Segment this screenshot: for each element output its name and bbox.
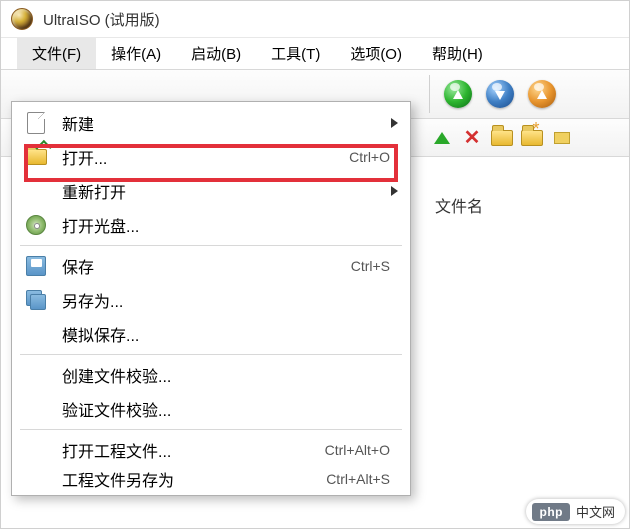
- menu-item-label: 创建文件校验...: [62, 363, 398, 387]
- menu-item-project-save-as[interactable]: 工程文件另存为 Ctrl+Alt+S: [12, 467, 410, 491]
- file-panel-header[interactable]: 文件名: [431, 189, 619, 221]
- save-icon: [24, 254, 48, 278]
- menu-item-shortcut: Ctrl+Alt+S: [326, 471, 390, 487]
- menu-item-label: 另存为...: [62, 288, 398, 312]
- menu-item-label: 验证文件校验...: [62, 397, 398, 421]
- menu-item-shortcut: Ctrl+Alt+O: [325, 442, 390, 458]
- menu-item-save-as[interactable]: 另存为...: [12, 283, 410, 317]
- app-icon: [11, 8, 33, 30]
- submenu-arrow-icon: [391, 118, 398, 128]
- watermark-text: 中文网: [576, 502, 615, 521]
- menu-item-label: 工程文件另存为: [62, 467, 326, 491]
- menu-tools[interactable]: 工具(T): [256, 38, 335, 69]
- menu-item-open-project[interactable]: 打开工程文件... Ctrl+Alt+O: [12, 433, 410, 467]
- menu-item-label: 保存: [62, 254, 351, 278]
- disc-icon: [24, 213, 48, 237]
- menu-action[interactable]: 操作(A): [96, 38, 176, 69]
- menu-item-label: 重新打开: [62, 179, 398, 203]
- menu-item-label: 打开...: [62, 145, 349, 169]
- menu-separator: [20, 245, 402, 246]
- toolbar-button-green[interactable]: [444, 80, 472, 108]
- title-bar: UltraISO (试用版): [1, 1, 629, 37]
- toolbar-button-orange[interactable]: [528, 80, 556, 108]
- menu-item-shortcut: Ctrl+S: [351, 258, 390, 274]
- up-arrow-icon[interactable]: [431, 127, 453, 149]
- menu-item-reopen[interactable]: 重新打开: [12, 174, 410, 208]
- menu-item-open[interactable]: 打开... Ctrl+O: [12, 140, 410, 174]
- menu-item-verify-checksum[interactable]: 验证文件校验...: [12, 392, 410, 426]
- copy-icon: [24, 288, 48, 312]
- menu-item-label: 打开工程文件...: [62, 438, 325, 462]
- menu-options[interactable]: 选项(O): [335, 38, 417, 69]
- watermark: php 中文网: [526, 499, 625, 524]
- file-panel: 文件名: [431, 189, 619, 221]
- menu-item-label: 模拟保存...: [62, 322, 398, 346]
- menu-separator: [20, 354, 402, 355]
- menu-item-save[interactable]: 保存 Ctrl+S: [12, 249, 410, 283]
- window-title: UltraISO (试用版): [43, 9, 160, 30]
- file-icon: [24, 111, 48, 135]
- menu-item-create-checksum[interactable]: 创建文件校验...: [12, 358, 410, 392]
- menu-separator: [20, 429, 402, 430]
- menu-item-open-disc[interactable]: 打开光盘...: [12, 208, 410, 242]
- submenu-arrow-icon: [391, 186, 398, 196]
- folder-open-icon: [24, 145, 48, 169]
- menu-item-label: 打开光盘...: [62, 213, 398, 237]
- menu-boot[interactable]: 启动(B): [176, 38, 256, 69]
- menu-item-shortcut: Ctrl+O: [349, 149, 390, 165]
- toolbar-button-blue[interactable]: [486, 80, 514, 108]
- menu-item-simulate-save[interactable]: 模拟保存...: [12, 317, 410, 351]
- watermark-logo: php: [532, 503, 570, 521]
- menu-help[interactable]: 帮助(H): [417, 38, 498, 69]
- menu-item-label: 新建: [62, 111, 398, 135]
- rect-icon[interactable]: [551, 127, 573, 149]
- file-menu-dropdown: 新建 打开... Ctrl+O 重新打开 打开光盘... 保存 Ctrl+S 另…: [11, 101, 411, 496]
- menu-bar: 文件(F) 操作(A) 启动(B) 工具(T) 选项(O) 帮助(H): [1, 37, 629, 69]
- new-folder-icon[interactable]: *: [521, 127, 543, 149]
- folder-icon[interactable]: [491, 127, 513, 149]
- delete-icon[interactable]: ✕: [461, 127, 483, 149]
- menu-item-new[interactable]: 新建: [12, 106, 410, 140]
- menu-file[interactable]: 文件(F): [17, 38, 96, 69]
